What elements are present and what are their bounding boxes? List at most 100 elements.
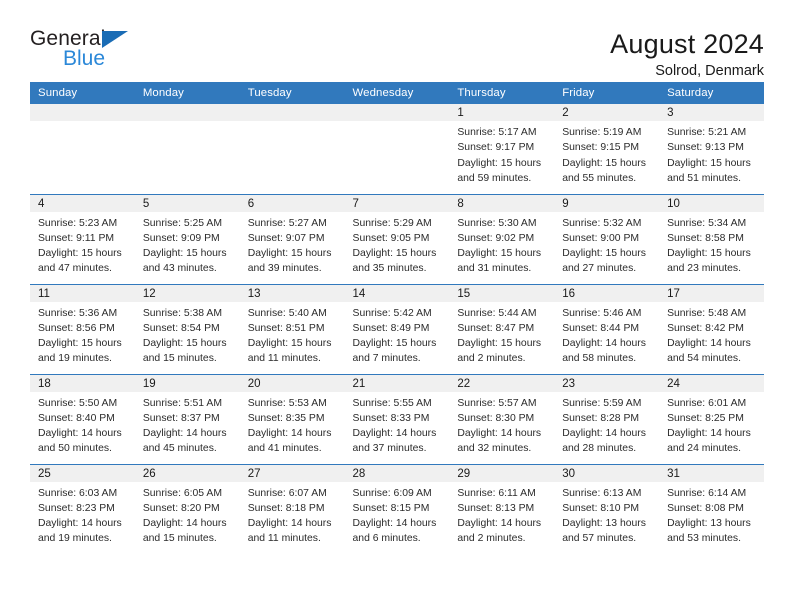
day-sun-info: Sunrise: 5:29 AM Sunset: 9:05 PM Daylight:… (345, 212, 450, 277)
calendar-day-cell[interactable]: 1 Sunrise: 5:17 AM Sunset: 9:17 PM Daylight… (449, 104, 555, 194)
daylight-text: Daylight: 13 hours and 57 minutes. (562, 518, 646, 545)
calendar-body: 1 Sunrise: 5:17 AM Sunset: 9:17 PM Daylight… (30, 104, 764, 554)
sunset-text: Sunset: 8:33 PM (352, 412, 430, 424)
weekday-header-tuesday: Tuesday (239, 82, 345, 104)
sunset-text: Sunset: 8:49 PM (352, 322, 430, 334)
day-sun-info: Sunrise: 5:44 AM Sunset: 8:47 PM Daylight:… (449, 302, 554, 367)
sunset-text: Sunset: 9:17 PM (457, 142, 535, 154)
sunset-text: Sunset: 8:18 PM (247, 502, 325, 514)
day-number: 23 (554, 374, 660, 392)
sunset-text: Sunset: 8:51 PM (247, 322, 325, 334)
sunrise-text: Sunrise: 5:53 AM (247, 397, 327, 409)
calendar-day-cell[interactable]: 26 Sunrise: 6:05 AM Sunset: 8:20 PM Dayligh… (134, 463, 240, 554)
daylight-text: Daylight: 14 hours and 37 minutes. (352, 428, 437, 455)
calendar-day-cell[interactable]: 14 Sunrise: 5:42 AM Sunset: 8:49 PM Dayligh… (344, 283, 450, 374)
day-number (344, 104, 450, 121)
calendar-day-cell[interactable]: 2 Sunrise: 5:19 AM Sunset: 9:15 PM Daylight… (554, 104, 660, 194)
calendar-week-row: 25 Sunrise: 6:03 AM Sunset: 8:23 PM Dayligh… (30, 463, 764, 554)
sunrise-text: Sunrise: 6:11 AM (457, 487, 536, 499)
calendar-day-cell[interactable]: 29 Sunrise: 6:11 AM Sunset: 8:13 PM Dayligh… (449, 463, 555, 554)
day-number: 7 (344, 194, 450, 212)
daylight-text: Daylight: 14 hours and 58 minutes. (562, 338, 646, 365)
day-sun-info: Sunrise: 5:42 AM Sunset: 8:49 PM Daylight:… (345, 302, 450, 367)
page-subtitle: Solrod, Denmark (655, 63, 764, 80)
page-title: August 2024 (610, 29, 764, 59)
calendar-day-cell[interactable]: 22 Sunrise: 5:57 AM Sunset: 8:30 PM Dayligh… (449, 373, 555, 464)
weekday-header-wednesday: Wednesday (344, 82, 450, 104)
calendar-day-cell[interactable]: 21 Sunrise: 5:55 AM Sunset: 8:33 PM Dayligh… (344, 373, 450, 464)
sunset-text: Sunset: 8:23 PM (38, 502, 115, 514)
sunrise-text: Sunrise: 5:38 AM (142, 307, 222, 319)
day-number: 4 (30, 194, 135, 212)
weekday-header-friday: Friday (554, 82, 660, 104)
calendar-day-cell[interactable]: 30 Sunrise: 6:13 AM Sunset: 8:10 PM Dayligh… (554, 463, 660, 554)
calendar-day-cell[interactable]: 24 Sunrise: 6:01 AM Sunset: 8:25 PM Dayligh… (659, 373, 764, 464)
calendar-day-cell[interactable]: 16 Sunrise: 5:46 AM Sunset: 8:44 PM Dayligh… (554, 283, 660, 374)
sunrise-text: Sunrise: 6:14 AM (667, 487, 747, 499)
calendar-day-cell[interactable]: 17 Sunrise: 5:48 AM Sunset: 8:42 PM Dayligh… (659, 283, 764, 374)
day-sun-info: Sunrise: 5:21 AM Sunset: 9:13 PM Daylight:… (659, 121, 764, 186)
calendar-day-cell[interactable]: 15 Sunrise: 5:44 AM Sunset: 8:47 PM Dayligh… (449, 283, 555, 374)
daylight-text: Daylight: 14 hours and 24 minutes. (667, 428, 751, 455)
sunrise-text: Sunrise: 5:46 AM (562, 307, 642, 319)
daylight-text: Daylight: 15 hours and 51 minutes. (667, 157, 751, 184)
calendar-week-row: 1 Sunrise: 5:17 AM Sunset: 9:17 PM Daylight… (30, 104, 764, 194)
day-sun-info: Sunrise: 5:48 AM Sunset: 8:42 PM Daylight:… (659, 302, 764, 367)
day-number: 6 (239, 194, 345, 212)
sunset-text: Sunset: 9:15 PM (562, 142, 640, 154)
blue-triangle-icon (102, 31, 128, 48)
sunset-text: Sunset: 8:15 PM (352, 502, 430, 514)
calendar-day-cell-empty (134, 104, 240, 194)
sunset-text: Sunset: 9:05 PM (352, 232, 430, 244)
calendar-day-cell[interactable]: 28 Sunrise: 6:09 AM Sunset: 8:15 PM Dayligh… (344, 463, 450, 554)
day-number: 10 (659, 194, 764, 212)
day-number: 18 (30, 374, 135, 392)
calendar-day-cell[interactable]: 6 Sunrise: 5:27 AM Sunset: 9:07 PM Daylight… (239, 193, 345, 284)
calendar-day-cell[interactable]: 23 Sunrise: 5:59 AM Sunset: 8:28 PM Dayligh… (554, 373, 660, 464)
calendar-day-cell[interactable]: 4 Sunrise: 5:23 AM Sunset: 9:11 PM Daylight… (30, 193, 135, 284)
day-number: 22 (449, 374, 555, 392)
day-number: 8 (449, 194, 555, 212)
day-number: 17 (659, 284, 764, 302)
calendar-day-cell[interactable]: 12 Sunrise: 5:38 AM Sunset: 8:54 PM Dayligh… (134, 283, 240, 374)
day-sun-info: Sunrise: 5:27 AM Sunset: 9:07 PM Daylight:… (240, 212, 345, 277)
day-number (239, 104, 345, 121)
daylight-text: Daylight: 15 hours and 47 minutes. (38, 248, 122, 275)
daylight-text: Daylight: 15 hours and 11 minutes. (247, 338, 332, 365)
sunrise-text: Sunrise: 5:29 AM (352, 217, 432, 229)
calendar-day-cell[interactable]: 11 Sunrise: 5:36 AM Sunset: 8:56 PM Dayligh… (30, 283, 135, 374)
calendar-day-cell[interactable]: 13 Sunrise: 5:40 AM Sunset: 8:51 PM Dayligh… (239, 283, 345, 374)
day-sun-info: Sunrise: 6:09 AM Sunset: 8:15 PM Daylight:… (345, 482, 450, 547)
day-number (30, 104, 135, 121)
weekday-header-saturday: Saturday (659, 82, 764, 104)
calendar-day-cell[interactable]: 10 Sunrise: 5:34 AM Sunset: 8:58 PM Dayligh… (659, 193, 764, 284)
calendar-week-row: 18 Sunrise: 5:50 AM Sunset: 8:40 PM Dayligh… (30, 373, 764, 464)
calendar-day-cell[interactable]: 7 Sunrise: 5:29 AM Sunset: 9:05 PM Daylight… (344, 193, 450, 284)
calendar-day-cell[interactable]: 25 Sunrise: 6:03 AM Sunset: 8:23 PM Dayligh… (30, 463, 135, 554)
calendar-day-cell[interactable]: 31 Sunrise: 6:14 AM Sunset: 8:08 PM Dayligh… (659, 463, 764, 554)
calendar-day-cell[interactable]: 3 Sunrise: 5:21 AM Sunset: 9:13 PM Daylight… (659, 104, 764, 194)
daylight-text: Daylight: 15 hours and 7 minutes. (352, 338, 437, 365)
daylight-text: Daylight: 14 hours and 6 minutes. (352, 518, 437, 545)
calendar-day-cell[interactable]: 9 Sunrise: 5:32 AM Sunset: 9:00 PM Daylight… (554, 193, 660, 284)
day-number: 29 (449, 464, 555, 482)
day-number: 25 (30, 464, 135, 482)
calendar-day-cell[interactable]: 19 Sunrise: 5:51 AM Sunset: 8:37 PM Dayligh… (134, 373, 240, 464)
sunset-text: Sunset: 8:42 PM (667, 322, 744, 334)
calendar-day-cell[interactable]: 20 Sunrise: 5:53 AM Sunset: 8:35 PM Dayligh… (239, 373, 345, 464)
calendar-header-row: Sunday Monday Tuesday Wednesday Thursday… (30, 82, 764, 104)
weekday-header-thursday: Thursday (449, 82, 555, 104)
brand-logo[interactable]: General Blue (30, 28, 150, 74)
calendar-day-cell[interactable]: 27 Sunrise: 6:07 AM Sunset: 8:18 PM Dayligh… (239, 463, 345, 554)
sunset-text: Sunset: 8:54 PM (142, 322, 220, 334)
calendar-day-cell[interactable]: 5 Sunrise: 5:25 AM Sunset: 9:09 PM Daylight… (134, 193, 240, 284)
calendar-day-cell[interactable]: 18 Sunrise: 5:50 AM Sunset: 8:40 PM Dayligh… (30, 373, 135, 464)
sunrise-text: Sunrise: 6:05 AM (142, 487, 222, 499)
sunset-text: Sunset: 9:00 PM (562, 232, 640, 244)
sunset-text: Sunset: 8:40 PM (38, 412, 115, 424)
calendar-day-cell[interactable]: 8 Sunrise: 5:30 AM Sunset: 9:02 PM Daylight… (449, 193, 555, 284)
sunrise-text: Sunrise: 5:19 AM (562, 127, 642, 138)
day-number: 28 (344, 464, 450, 482)
title-block: August 2024 Solrod, Denmark (610, 28, 764, 80)
day-sun-info: Sunrise: 5:51 AM Sunset: 8:37 PM Daylight:… (135, 392, 240, 457)
